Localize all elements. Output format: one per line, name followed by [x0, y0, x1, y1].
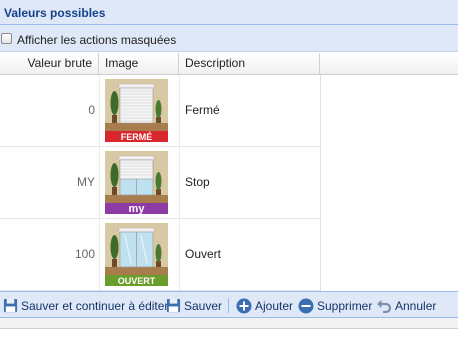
svg-text:OUVERT: OUVERT: [118, 276, 156, 286]
save-continue-button[interactable]: Sauver et continuer à éditer: [3, 297, 168, 314]
raw-value-cell: 100: [74, 247, 95, 261]
column-header-filler: [320, 53, 458, 74]
column-header-description[interactable]: Description: [179, 53, 320, 74]
plus-circle-icon: [236, 298, 252, 313]
toolbar: Sauver et continuer à éditer Sauver Ajou…: [0, 291, 458, 318]
table-row[interactable]: MY my Stop: [0, 147, 320, 219]
floppy-icon: [166, 298, 181, 313]
grid-header: Valeur brute Image Description: [0, 53, 458, 75]
save-continue-label: Sauver et continuer à éditer: [21, 298, 169, 313]
panel-header: Valeurs possibles: [0, 0, 458, 25]
cancel-button[interactable]: Annuler: [376, 297, 436, 314]
description-cell: Stop: [185, 175, 210, 189]
description-cell: Fermé: [185, 103, 220, 117]
delete-button[interactable]: Supprimer: [298, 297, 372, 314]
panel-footer: [0, 318, 458, 329]
shutter-open-image: OUVERT: [105, 223, 168, 286]
shutter-stop-image: my: [105, 151, 168, 214]
show-hidden-label[interactable]: Afficher les actions masquées: [17, 33, 176, 47]
add-button[interactable]: Ajouter: [236, 297, 293, 314]
svg-text:my: my: [129, 203, 146, 214]
raw-value-cell: 0: [88, 103, 95, 117]
shutter-closed-image: FERMÉ: [105, 79, 168, 142]
column-header-raw-value[interactable]: Valeur brute: [0, 53, 99, 74]
undo-icon: [377, 299, 392, 313]
table-row[interactable]: 100 OUVERT Ouvert: [0, 219, 320, 291]
minus-circle-icon: [298, 298, 314, 313]
grid-body: 0 FERMÉ Fermé MY my Stop 100 OUVERT Ouve…: [0, 75, 321, 291]
column-header-image[interactable]: Image: [99, 53, 179, 74]
floppy-icon: [3, 298, 18, 313]
raw-value-cell: MY: [77, 175, 95, 189]
toolbar-separator: [228, 298, 229, 313]
delete-label: Supprimer: [317, 298, 373, 313]
show-hidden-checkbox[interactable]: [1, 33, 12, 44]
cancel-label: Annuler: [395, 298, 437, 313]
svg-text:FERMÉ: FERMÉ: [121, 132, 153, 142]
save-label: Sauver: [184, 298, 223, 313]
save-button[interactable]: Sauver: [166, 297, 222, 314]
panel-title: Valeurs possibles: [4, 6, 106, 20]
show-hidden-actions-row[interactable]: Afficher les actions masquées: [0, 25, 458, 52]
add-label: Ajouter: [255, 298, 294, 313]
table-row[interactable]: 0 FERMÉ Fermé: [0, 75, 320, 147]
description-cell: Ouvert: [185, 247, 222, 261]
